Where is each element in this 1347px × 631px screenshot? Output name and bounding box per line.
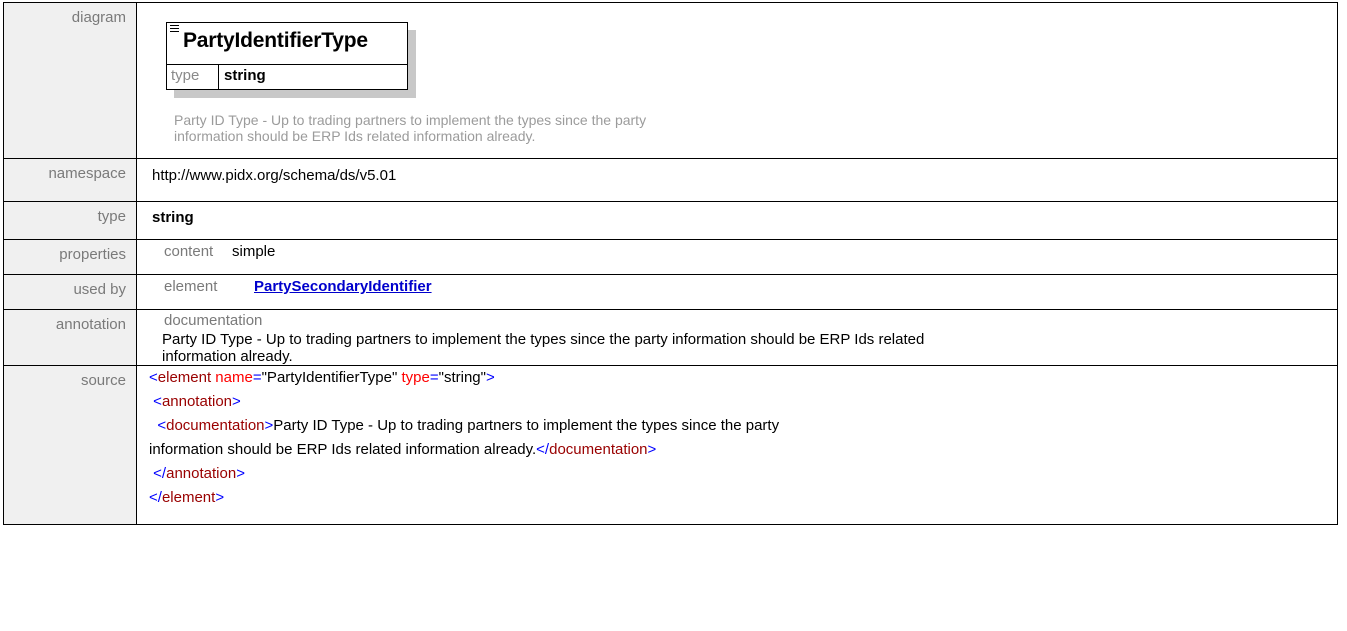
label-used-by: used by — [3, 274, 137, 310]
diagram-doc-line: information should be ERP Ids related in… — [174, 128, 536, 144]
diagram-vertical-divider — [218, 64, 219, 89]
source-line: information should be ERP Ids related in… — [149, 441, 657, 458]
type-diagram-box[interactable]: PartyIdentifierType type string — [166, 22, 408, 90]
label-type: type — [3, 201, 137, 240]
property-value: simple — [232, 243, 276, 260]
label-namespace: namespace — [3, 158, 137, 202]
label-source: source — [3, 365, 137, 525]
annotation-key: documentation — [164, 312, 263, 329]
label-diagram: diagram — [3, 2, 137, 159]
used-by-cell: element PartySecondaryIdentifier — [136, 274, 1338, 310]
source-line: </element> — [149, 489, 225, 506]
simple-type-icon — [170, 25, 180, 34]
diagram-cell: PartyIdentifierType type string Party ID… — [136, 2, 1338, 159]
diagram-type-label: type — [171, 67, 200, 84]
source-code: <element name="PartyIdentifierType" type… — [136, 365, 1338, 525]
source-line: <documentation>Party ID Type - Up to tra… — [157, 417, 780, 434]
annotation-text: Party ID Type - Up to trading partners t… — [137, 329, 1337, 365]
used-by-kind: element — [164, 278, 218, 295]
diagram-doc-line: Party ID Type - Up to trading partners t… — [174, 112, 647, 128]
source-line: <annotation> — [153, 393, 241, 410]
annotation-cell: documentation Party ID Type - Up to trad… — [136, 309, 1338, 366]
diagram-divider — [167, 64, 407, 65]
property-key: content — [164, 243, 214, 260]
label-properties: properties — [3, 239, 137, 275]
source-line: <element name="PartyIdentifierType" type… — [149, 369, 495, 386]
properties-cell: content simple — [136, 239, 1338, 275]
used-by-link[interactable]: PartySecondaryIdentifier — [254, 278, 432, 295]
source-line: </annotation> — [153, 465, 245, 482]
type-value: string — [136, 201, 1338, 240]
diagram-documentation: Party ID Type - Up to trading partners t… — [174, 112, 934, 144]
annotation-line: Party ID Type - Up to trading partners t… — [162, 331, 925, 348]
schema-doc-table: diagram PartyIdentifierType type string … — [3, 2, 1338, 525]
namespace-value: http://www.pidx.org/schema/ds/v5.01 — [136, 158, 1338, 202]
annotation-line: information already. — [162, 348, 293, 365]
label-annotation: annotation — [3, 309, 137, 366]
diagram-type-value: string — [224, 67, 266, 84]
diagram-type-name: PartyIdentifierType — [183, 29, 368, 52]
